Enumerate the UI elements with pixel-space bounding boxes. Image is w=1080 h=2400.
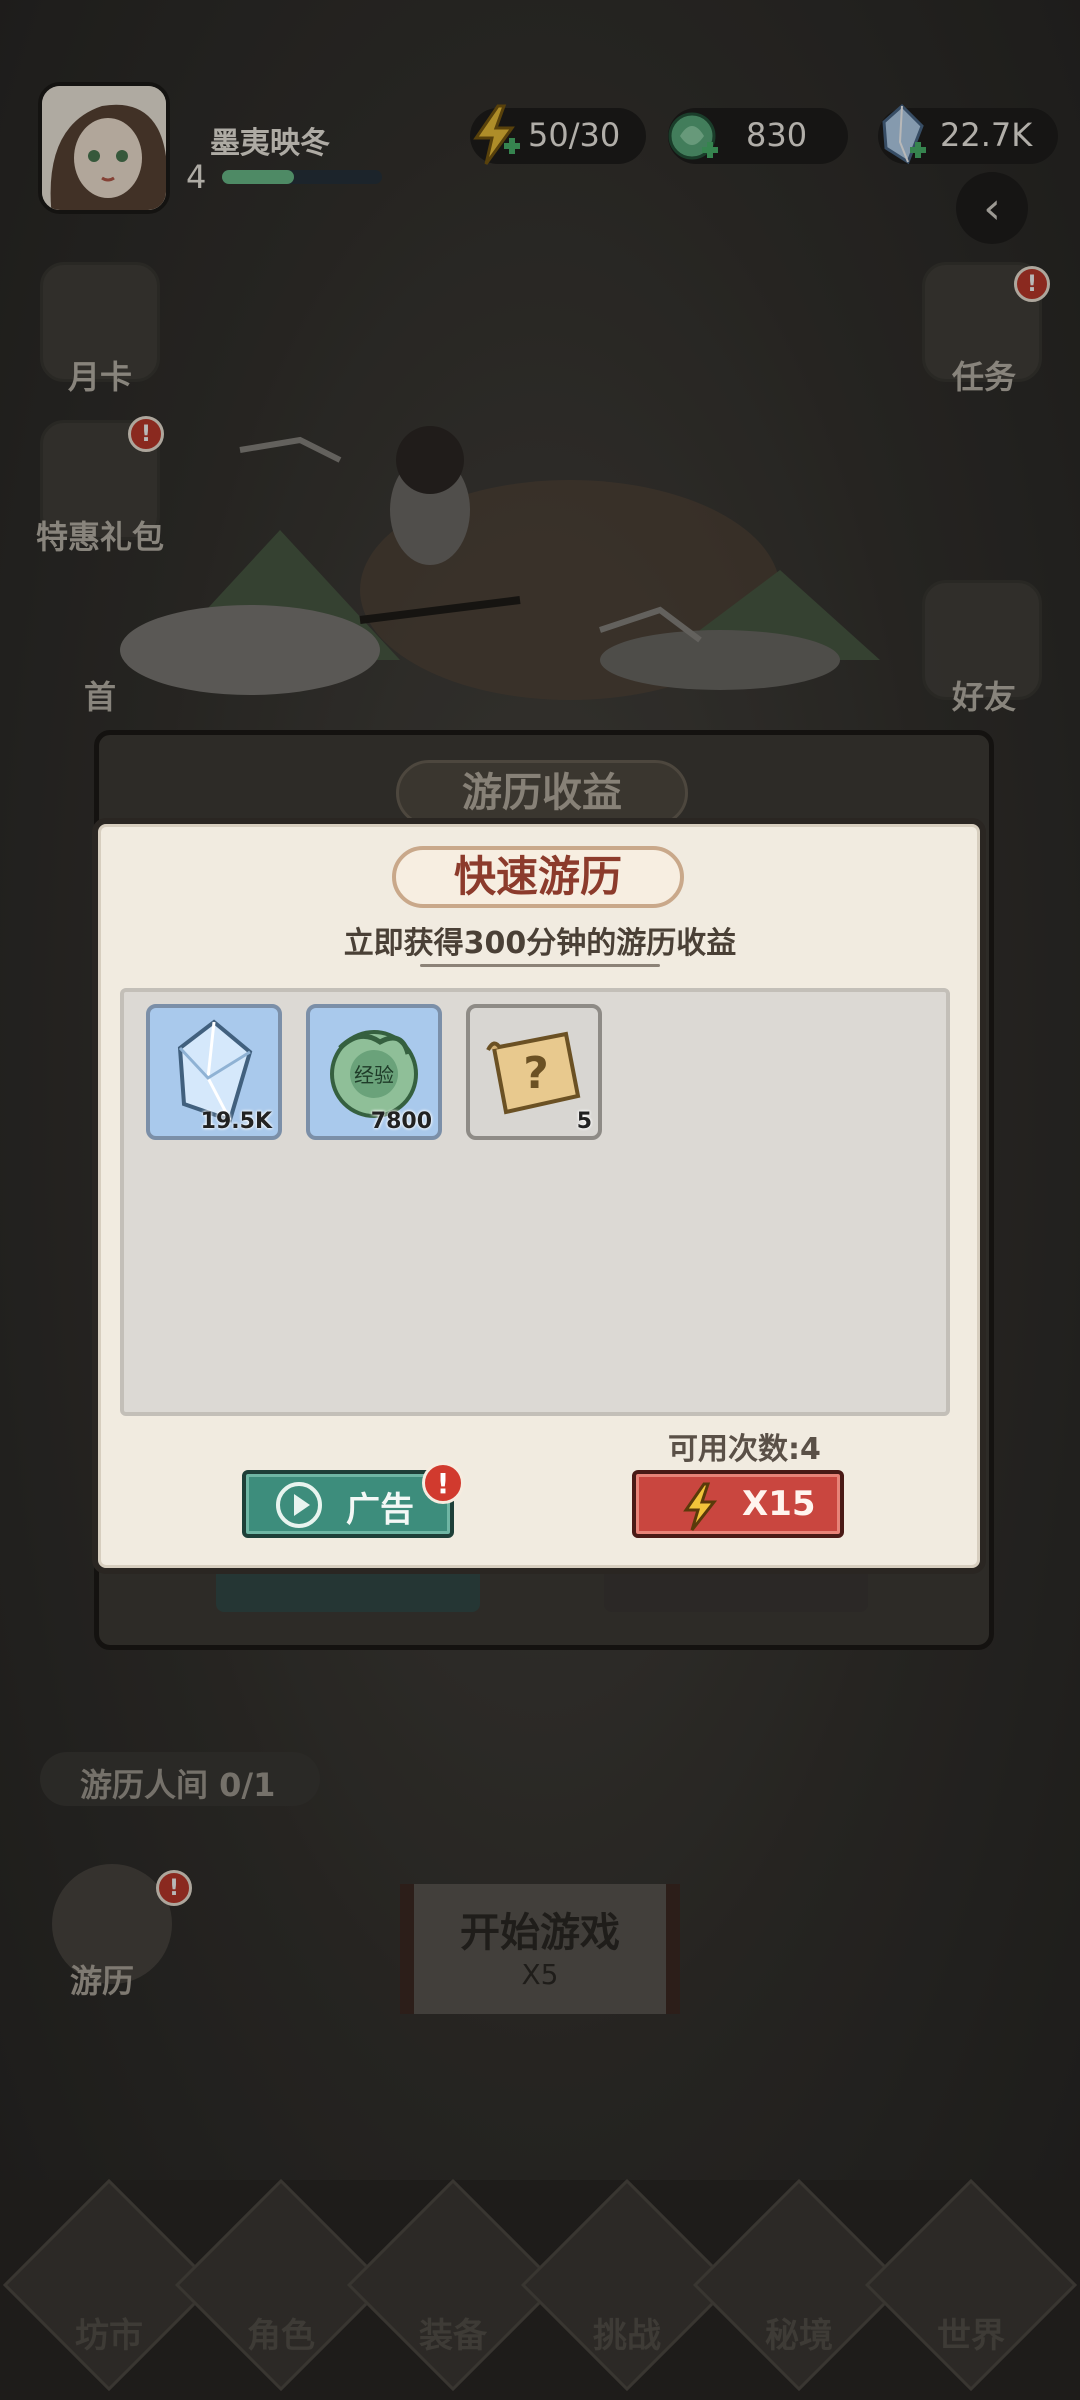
lightning-icon [683,1482,718,1531]
ad-button-label: 广告 [346,1490,414,1530]
remaining-uses: 可用次数:4 [668,1432,821,1467]
reward-slot[interactable]: 经验 7800 [306,1004,442,1140]
reward-count: 5 [576,1109,592,1134]
reward-count: 19.5K [200,1109,272,1134]
ad-alert-badge: ! [422,1462,464,1504]
dialog-title: 快速游历 [392,846,684,908]
energy-cost-label: X15 [742,1484,816,1524]
reward-slot[interactable]: ? 5 [466,1004,602,1140]
play-icon [276,1482,322,1528]
reward-count: 7800 [370,1109,432,1134]
svg-text:?: ? [523,1048,549,1099]
subtitle-divider [420,964,660,967]
dialog-subtitle: 立即获得300分钟的游历收益 [343,926,737,961]
spend-energy-button[interactable]: X15 [632,1470,844,1538]
svg-text:经验: 经验 [354,1063,394,1087]
reward-slot[interactable]: 19.5K [146,1004,282,1140]
